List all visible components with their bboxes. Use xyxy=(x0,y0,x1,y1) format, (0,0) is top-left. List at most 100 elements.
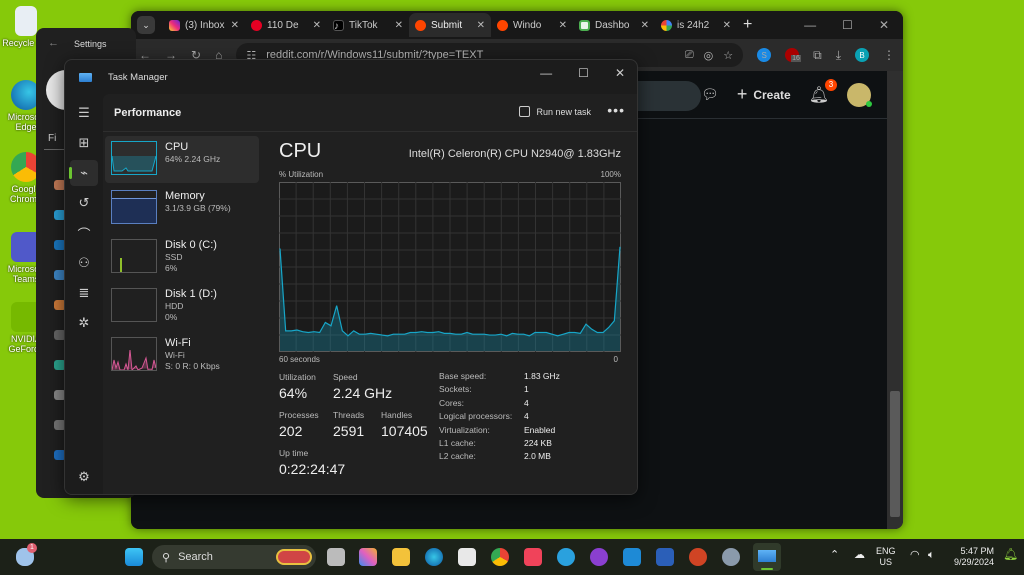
page-title: Performance xyxy=(114,106,182,119)
browser-tab[interactable]: (3) Inbox ✕ xyxy=(163,13,245,37)
users-icon[interactable]: ⚇ xyxy=(70,250,98,276)
close-tab-icon[interactable]: ✕ xyxy=(313,20,321,31)
page-scrollbar[interactable] xyxy=(887,71,903,529)
minimize-button[interactable]: — xyxy=(540,66,552,80)
browser-tab[interactable]: is 24h2 ✕ xyxy=(655,13,737,37)
disk0-thumbnail-graph xyxy=(111,239,157,273)
file-explorer-icon[interactable] xyxy=(392,548,410,566)
bookmark-star-icon[interactable]: ☆ xyxy=(723,49,733,62)
task-manager-taskbar-button[interactable] xyxy=(753,543,781,571)
close-button[interactable]: ✕ xyxy=(615,66,625,80)
edge-icon[interactable] xyxy=(425,548,443,566)
spec-key: Logical processors: xyxy=(439,411,513,422)
hamburger-menu-icon[interactable]: ☰ xyxy=(70,100,98,126)
processes-icon[interactable]: ⊞ xyxy=(70,130,98,156)
y-axis-label: % Utilization xyxy=(279,170,324,179)
browser-tab[interactable]: Dashbo ✕ xyxy=(573,13,655,37)
github-desktop-icon[interactable] xyxy=(590,548,608,566)
spec-value: 224 KB xyxy=(524,438,552,449)
copilot-icon[interactable] xyxy=(359,548,377,566)
profile-avatar[interactable]: B xyxy=(855,48,869,62)
scrollbar-thumb[interactable] xyxy=(890,391,900,517)
more-options-button[interactable]: ••• xyxy=(607,102,625,118)
language-indicator[interactable]: ENG US xyxy=(876,546,896,568)
back-icon[interactable]: ← xyxy=(48,37,59,49)
extension-with-badge-icon[interactable]: 16 xyxy=(785,48,801,62)
specs-keys: Base speed: Sockets: Cores: Logical proc… xyxy=(439,370,512,464)
onedrive-cloud-icon[interactable]: ☁ xyxy=(854,550,865,561)
tab-search-button[interactable]: ⌄ xyxy=(137,16,155,34)
maximize-button[interactable]: ☐ xyxy=(842,18,853,32)
disk1-thumbnail-graph xyxy=(111,288,157,322)
resource-item-memory[interactable]: Memory 3.1/3.9 GB (79%) xyxy=(105,185,259,232)
menu-kebab-icon[interactable]: ⋮ xyxy=(883,48,895,62)
show-hidden-icons-chevron[interactable]: ⌃ xyxy=(830,550,839,561)
install-app-icon[interactable]: ⎚ xyxy=(685,49,694,62)
create-post-button[interactable]: + Create xyxy=(737,84,791,105)
resource-item-disk0[interactable]: Disk 0 (C:) SSD 6% xyxy=(105,234,259,281)
task-manager-logo-icon xyxy=(79,72,92,82)
memory-thumbnail-graph xyxy=(111,190,157,224)
apple-music-icon[interactable] xyxy=(524,548,542,566)
close-tab-icon[interactable]: ✕ xyxy=(641,20,649,31)
settings-gear-icon[interactable]: ⚙ xyxy=(70,464,98,490)
threads-value: 2591 xyxy=(333,423,365,439)
threads-label: Threads xyxy=(333,410,365,420)
minimize-button[interactable]: — xyxy=(804,18,816,32)
volume-icon[interactable]: 🔈︎ xyxy=(928,550,935,561)
word-icon[interactable] xyxy=(656,548,674,566)
spec-value: 4 xyxy=(524,411,529,422)
close-tab-icon[interactable]: ✕ xyxy=(723,20,731,31)
start-button[interactable] xyxy=(125,548,143,566)
wifi-icon[interactable]: ◠ xyxy=(910,550,920,561)
title-bar: Task Manager — ☐ ✕ xyxy=(65,60,637,94)
browser-tab[interactable]: ♪ TikTok ✕ xyxy=(327,13,409,37)
services-icon[interactable]: ✲ xyxy=(70,310,98,336)
task-manager-icon xyxy=(758,550,776,562)
notification-bell-icon[interactable]: 🔔︎ xyxy=(1003,548,1018,560)
settings-title: Settings xyxy=(74,39,107,49)
powerpoint-icon[interactable] xyxy=(689,548,707,566)
shazam-extension-icon[interactable]: S xyxy=(757,48,772,62)
telegram-icon[interactable] xyxy=(557,548,575,566)
close-tab-icon[interactable]: ✕ xyxy=(231,20,239,31)
vscode-icon[interactable] xyxy=(623,548,641,566)
resource-item-wifi[interactable]: Wi-Fi Wi-Fi S: 0 R: 0 Kbps xyxy=(105,332,259,379)
task-view-icon[interactable] xyxy=(327,548,345,566)
close-tab-icon[interactable]: ✕ xyxy=(559,20,567,31)
browser-tab-active[interactable]: Submit ✕ xyxy=(409,13,491,37)
chrome-icon[interactable] xyxy=(491,548,509,566)
notifications-button[interactable]: 🔔︎ 3 xyxy=(809,78,837,105)
close-tab-icon[interactable]: ✕ xyxy=(395,20,403,31)
resource-item-cpu[interactable]: CPU 64% 2.24 GHz xyxy=(105,136,259,183)
run-task-icon xyxy=(519,106,531,117)
run-new-task-button[interactable]: Run new task xyxy=(519,106,591,117)
close-tab-icon[interactable]: ✕ xyxy=(477,20,485,31)
download-icon[interactable]: ⤓ xyxy=(836,48,841,63)
y-max-label: 100% xyxy=(600,170,621,179)
cpu-model: Intel(R) Celeron(R) CPU N2940@ 1.83GHz xyxy=(408,148,621,160)
details-icon[interactable]: ≣ xyxy=(70,280,98,306)
settings-app-icon[interactable] xyxy=(722,548,740,566)
extensions-puzzle-icon[interactable]: ⧉ xyxy=(813,48,822,63)
taskbar-search[interactable]: ⚲ Search xyxy=(152,545,316,569)
clock[interactable]: 5:47 PM 9/29/2024 xyxy=(948,546,994,568)
specs-values: 1.83 GHz 1 4 4 Enabled 224 KB 2.0 MB xyxy=(524,370,560,464)
new-tab-button[interactable]: + xyxy=(743,16,752,34)
app-history-icon[interactable]: ↺ xyxy=(70,190,98,216)
browser-tab[interactable]: Windo ✕ xyxy=(491,13,573,37)
maximize-button[interactable]: ☐ xyxy=(578,66,589,80)
performance-icon[interactable]: ⌁ xyxy=(69,160,98,186)
reddit-user-avatar[interactable] xyxy=(847,82,872,107)
close-button[interactable]: ✕ xyxy=(879,18,889,32)
resource-item-disk1[interactable]: Disk 1 (D:) HDD 0% xyxy=(105,283,259,330)
cpu-utilization-chart xyxy=(279,182,621,352)
chat-icon[interactable]: 💬︎ xyxy=(701,86,719,103)
main-panel: Performance Run new task ••• CPU 64% 2.24… xyxy=(103,94,637,494)
microsoft-store-icon[interactable] xyxy=(458,548,476,566)
browser-tab[interactable]: 110 De ✕ xyxy=(245,13,327,37)
hide-eye-icon[interactable]: ◎ xyxy=(704,49,714,62)
spec-value: 1 xyxy=(524,384,529,395)
weather-widget-icon[interactable]: 1 xyxy=(16,543,37,566)
startup-apps-icon[interactable]: ⌒ xyxy=(70,220,98,246)
